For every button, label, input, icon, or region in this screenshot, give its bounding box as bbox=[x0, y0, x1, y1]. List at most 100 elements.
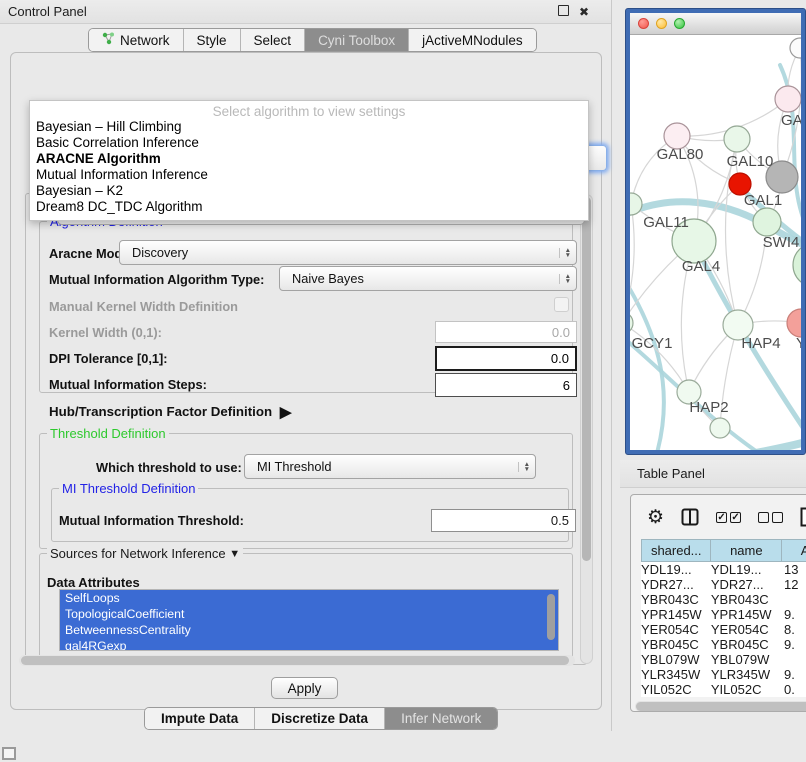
mi-threshold-label: Mutual Information Threshold: bbox=[59, 513, 244, 528]
apply-button[interactable]: Apply bbox=[271, 677, 338, 699]
table-cell[interactable]: YLR345W bbox=[641, 667, 711, 682]
table-cell[interactable]: YBR045C bbox=[641, 637, 711, 652]
data-attributes-list[interactable]: SelfLoopsTopologicalCoefficientBetweenne… bbox=[59, 589, 559, 651]
table-cell[interactable]: 9. bbox=[784, 667, 806, 682]
table-cell[interactable]: YBR045C bbox=[711, 637, 784, 652]
table-cell[interactable] bbox=[784, 592, 806, 607]
tab-jactivemnodules[interactable]: jActiveMNodules bbox=[409, 29, 536, 51]
table-row[interactable]: YBR045CYBR045C9. bbox=[641, 637, 806, 652]
network-view-window[interactable]: GALGAL80GAL10GAL1SWI4GAL11GAL4GCY1HAP4YH… bbox=[625, 8, 806, 455]
table-cell[interactable] bbox=[784, 652, 806, 667]
settings-vertical-scrollbar-thumb[interactable] bbox=[582, 197, 591, 561]
collapsed-arrow-icon[interactable]: ▶ bbox=[280, 404, 292, 421]
attribute-item-topologicalcoefficient[interactable]: TopologicalCoefficient bbox=[60, 606, 558, 622]
expanded-arrow-icon[interactable]: ▼ bbox=[229, 548, 240, 560]
deselect-all-checkboxes-icon[interactable] bbox=[758, 512, 783, 523]
table-row[interactable]: YER054CYER054C8. bbox=[641, 622, 806, 637]
float-panel-icon[interactable] bbox=[558, 5, 569, 16]
table-cell[interactable]: 0. bbox=[784, 682, 806, 697]
network-node-gal1[interactable] bbox=[753, 208, 781, 236]
close-window-icon[interactable] bbox=[638, 18, 649, 29]
dropdown-item-bayesian-hill-climbing[interactable]: Bayesian – Hill Climbing bbox=[30, 119, 588, 135]
tab-cyni-toolbox[interactable]: Cyni Toolbox bbox=[305, 29, 409, 51]
dropdown-item-aracne-algorithm[interactable]: ARACNE Algorithm bbox=[30, 151, 588, 167]
split-columns-icon[interactable] bbox=[681, 508, 699, 526]
table-row[interactable]: YPR145WYPR145W9. bbox=[641, 607, 806, 622]
kernel-width-field[interactable]: 0.0 bbox=[435, 321, 577, 343]
network-graph[interactable]: GALGAL80GAL10GAL1SWI4GAL11GAL4GCY1HAP4YH… bbox=[630, 35, 801, 450]
table-row[interactable]: YBR043CYBR043C bbox=[641, 592, 806, 607]
new-table-icon[interactable] bbox=[800, 507, 806, 527]
gear-icon[interactable]: ⚙ bbox=[647, 506, 664, 529]
minimize-window-icon[interactable] bbox=[656, 18, 667, 29]
settings-vertical-scrollbar[interactable] bbox=[580, 194, 593, 664]
table-cell[interactable]: YBL079W bbox=[711, 652, 784, 667]
table-cell[interactable]: YBR043C bbox=[711, 592, 784, 607]
network-node[interactable] bbox=[710, 418, 730, 438]
table-cell[interactable]: YIL052C bbox=[711, 682, 784, 697]
close-panel-icon[interactable]: ✖ bbox=[579, 5, 589, 19]
network-window-titlebar[interactable] bbox=[630, 13, 801, 35]
column-header-3[interactable]: A bbox=[782, 540, 806, 562]
table-cell[interactable]: YIL052C bbox=[641, 682, 711, 697]
which-threshold-combo[interactable]: MI Threshold ▲▼ bbox=[244, 454, 536, 479]
table-row[interactable]: YDR27...YDR27...12 bbox=[641, 577, 806, 592]
table-cell[interactable]: YLR345W bbox=[711, 667, 784, 682]
tab-network[interactable]: Network bbox=[89, 29, 184, 51]
list-scrollbar-thumb[interactable] bbox=[547, 594, 555, 640]
settings-horizontal-scrollbar-thumb[interactable] bbox=[21, 656, 569, 665]
table-cell[interactable]: YDR27... bbox=[641, 577, 711, 592]
select-all-checkboxes-icon[interactable]: ✓✓ bbox=[716, 512, 741, 523]
table-cell[interactable]: YDR27... bbox=[711, 577, 784, 592]
column-header-1[interactable]: shared... bbox=[642, 540, 711, 562]
network-node-gal10[interactable] bbox=[724, 126, 750, 152]
table-cell[interactable]: 12 bbox=[784, 577, 806, 592]
table-cell[interactable]: 9. bbox=[784, 607, 806, 622]
zoom-window-icon[interactable] bbox=[674, 18, 685, 29]
settings-horizontal-scrollbar[interactable] bbox=[19, 655, 575, 666]
table-row[interactable]: YBL079WYBL079W bbox=[641, 652, 806, 667]
table-cell[interactable]: 9. bbox=[784, 637, 806, 652]
table-cell[interactable]: YPR145W bbox=[711, 607, 784, 622]
dropdown-item-dream8-dc-tdc-algorithm[interactable]: Dream8 DC_TDC Algorithm bbox=[30, 199, 588, 215]
collapsed-panel-icon[interactable] bbox=[2, 747, 16, 760]
mi-type-combo[interactable]: Naive Bayes ▲▼ bbox=[279, 266, 577, 291]
attribute-item-betweennesscentrality[interactable]: BetweennessCentrality bbox=[60, 622, 558, 638]
attribute-item-selfloops[interactable]: SelfLoops bbox=[60, 590, 558, 606]
tab-infer-network[interactable]: Infer Network bbox=[385, 708, 497, 729]
tab-impute-data[interactable]: Impute Data bbox=[145, 708, 255, 729]
network-node-y[interactable] bbox=[787, 309, 801, 337]
table-cell[interactable]: YBR043C bbox=[641, 592, 711, 607]
network-node[interactable] bbox=[790, 38, 801, 58]
tab-select[interactable]: Select bbox=[241, 29, 306, 51]
network-canvas[interactable]: GALGAL80GAL10GAL1SWI4GAL11GAL4GCY1HAP4YH… bbox=[630, 35, 801, 450]
table-horizontal-scrollbar-thumb[interactable] bbox=[636, 702, 806, 711]
dropdown-item-mutual-information-inference[interactable]: Mutual Information Inference bbox=[30, 167, 588, 183]
table-cell[interactable]: YER054C bbox=[711, 622, 784, 637]
table-row[interactable]: YIL052CYIL052C0. bbox=[641, 682, 806, 697]
dropdown-item-bayesian-k2[interactable]: Bayesian – K2 bbox=[30, 183, 588, 199]
mi-threshold-field[interactable]: 0.5 bbox=[431, 509, 576, 532]
manual-kernel-checkbox[interactable] bbox=[554, 297, 569, 312]
tab-style[interactable]: Style bbox=[184, 29, 241, 51]
aracne-mode-combo[interactable]: Discovery ▲▼ bbox=[119, 240, 577, 265]
table-row[interactable]: YDL19...YDL19...13 bbox=[641, 562, 806, 577]
table-cell[interactable]: YPR145W bbox=[641, 607, 711, 622]
table-row[interactable]: YLR345WYLR345W9. bbox=[641, 667, 806, 682]
table-cell[interactable]: YDL19... bbox=[711, 562, 784, 577]
tab-label: Cyni Toolbox bbox=[318, 33, 395, 48]
table-cell[interactable]: YER054C bbox=[641, 622, 711, 637]
mi-steps-field[interactable]: 6 bbox=[435, 373, 577, 397]
tab-discretize-data[interactable]: Discretize Data bbox=[255, 708, 385, 729]
network-node-gal[interactable] bbox=[775, 86, 801, 112]
table-cell[interactable]: YBL079W bbox=[641, 652, 711, 667]
table-cell[interactable]: 13 bbox=[784, 562, 806, 577]
table-cell[interactable]: 8. bbox=[784, 622, 806, 637]
column-header-2[interactable]: name bbox=[711, 540, 782, 562]
dropdown-item-basic-correlation-inference[interactable]: Basic Correlation Inference bbox=[30, 135, 588, 151]
table-cell[interactable]: YDL19... bbox=[641, 562, 711, 577]
dpi-tolerance-field[interactable]: 0.0 bbox=[435, 346, 577, 371]
table-horizontal-scrollbar[interactable] bbox=[635, 701, 806, 712]
attribute-item-gal4rgexp[interactable]: gal4RGexp bbox=[60, 638, 558, 651]
hub-definition-toggle[interactable]: Hub/Transcription Factor Definition ▶ bbox=[49, 402, 287, 420]
